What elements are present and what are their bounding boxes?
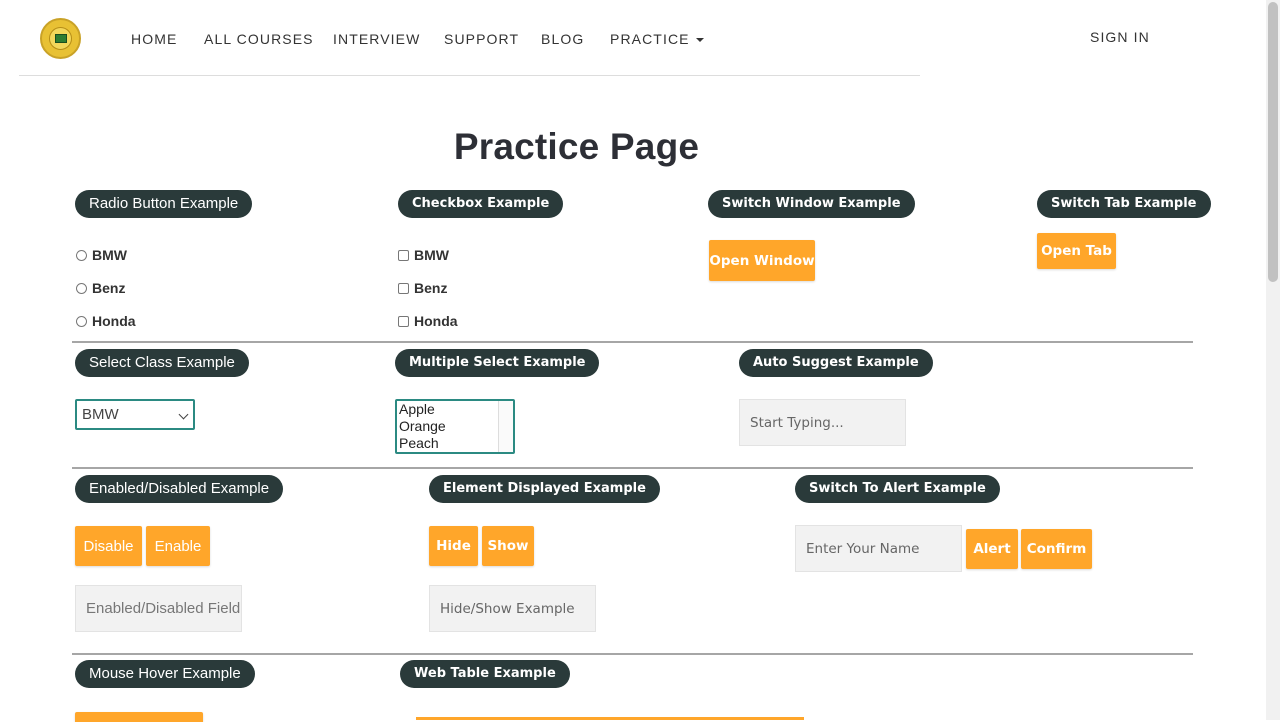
radio-option-bmw[interactable]: BMW	[76, 247, 127, 263]
checkbox-label: Benz	[414, 280, 448, 296]
nav-interview[interactable]: INTERVIEW	[333, 31, 420, 47]
multi-option-apple[interactable]: Apple	[397, 401, 513, 418]
mouse-hover-button[interactable]	[75, 712, 203, 722]
dropdown-select[interactable]: BMW	[75, 399, 195, 430]
confirm-button[interactable]: Confirm	[1021, 529, 1092, 569]
logo-icon	[49, 27, 72, 50]
web-table-legend: Web Table Example	[400, 660, 570, 688]
sign-in-link[interactable]: SIGN IN	[1090, 29, 1150, 45]
show-button[interactable]: Show	[482, 526, 534, 566]
hide-button[interactable]: Hide	[429, 526, 478, 566]
page-scrollbar-thumb[interactable]	[1268, 2, 1278, 282]
name-input[interactable]: Enter Your Name	[795, 525, 962, 572]
checkbox-option-benz[interactable]: Benz	[398, 280, 447, 296]
header-divider	[19, 75, 920, 76]
radio-option-honda[interactable]: Honda	[76, 313, 136, 329]
radio-button[interactable]	[76, 316, 87, 327]
auto-suggest-legend: Auto Suggest Example	[739, 349, 933, 377]
section-divider	[72, 341, 1193, 343]
switch-tab-legend: Switch Tab Example	[1037, 190, 1211, 218]
checkbox[interactable]	[398, 316, 409, 327]
hide-show-field[interactable]: Hide/Show Example	[429, 585, 596, 632]
enabled-disabled-field[interactable]: Enabled/Disabled Field	[75, 585, 242, 632]
mouse-hover-legend: Mouse Hover Example	[75, 660, 255, 688]
radio-example-legend: Radio Button Example	[75, 190, 253, 218]
nav-blog[interactable]: BLOG	[541, 31, 584, 47]
multi-option-orange[interactable]: Orange	[397, 418, 513, 435]
multiple-select-legend: Multiple Select Example	[395, 349, 600, 377]
radio-label: Honda	[92, 313, 136, 329]
checkbox[interactable]	[398, 250, 409, 261]
nav-home[interactable]: HOME	[131, 31, 177, 47]
autocomplete-input[interactable]: Start Typing...	[739, 399, 906, 446]
switch-window-legend: Switch Window Example	[708, 190, 915, 218]
enabled-disabled-legend: Enabled/Disabled Example	[75, 475, 284, 503]
section-divider	[72, 467, 1193, 469]
radio-label: Benz	[92, 280, 126, 296]
nav-support[interactable]: SUPPORT	[444, 31, 519, 47]
checkbox-option-honda[interactable]: Honda	[398, 313, 458, 329]
checkbox-label: Honda	[414, 313, 458, 329]
element-displayed-legend: Element Displayed Example	[429, 475, 660, 503]
page-title: Practice Page	[453, 126, 700, 167]
nav-practice-label: PRACTICE	[610, 31, 690, 47]
radio-label: BMW	[92, 247, 127, 263]
select-value: BMW	[82, 406, 119, 423]
open-window-button[interactable]: Open Window	[709, 240, 815, 281]
nav-all-courses[interactable]: ALL COURSES	[204, 31, 314, 47]
site-logo[interactable]	[40, 18, 81, 59]
open-tab-button[interactable]: Open Tab	[1037, 233, 1116, 269]
section-divider	[72, 653, 1193, 655]
radio-option-benz[interactable]: Benz	[76, 280, 125, 296]
select-class-legend: Select Class Example	[75, 349, 249, 377]
checkbox[interactable]	[398, 283, 409, 294]
enable-button[interactable]: Enable	[146, 526, 210, 566]
chevron-down-icon	[178, 409, 189, 420]
multiple-select-list[interactable]: Apple Orange Peach	[395, 399, 515, 454]
checkbox-option-bmw[interactable]: BMW	[398, 247, 449, 263]
checkbox-label: BMW	[414, 247, 449, 263]
alert-button[interactable]: Alert	[966, 529, 1018, 569]
multi-option-peach[interactable]: Peach	[397, 435, 513, 452]
radio-button[interactable]	[76, 283, 87, 294]
switch-alert-legend: Switch To Alert Example	[795, 475, 1000, 503]
checkbox-example-legend: Checkbox Example	[398, 190, 564, 218]
radio-button[interactable]	[76, 250, 87, 261]
nav-practice[interactable]: PRACTICE	[610, 31, 704, 47]
disable-button[interactable]: Disable	[75, 526, 142, 566]
list-scrollbar[interactable]	[498, 401, 513, 452]
caret-down-icon	[695, 38, 704, 43]
